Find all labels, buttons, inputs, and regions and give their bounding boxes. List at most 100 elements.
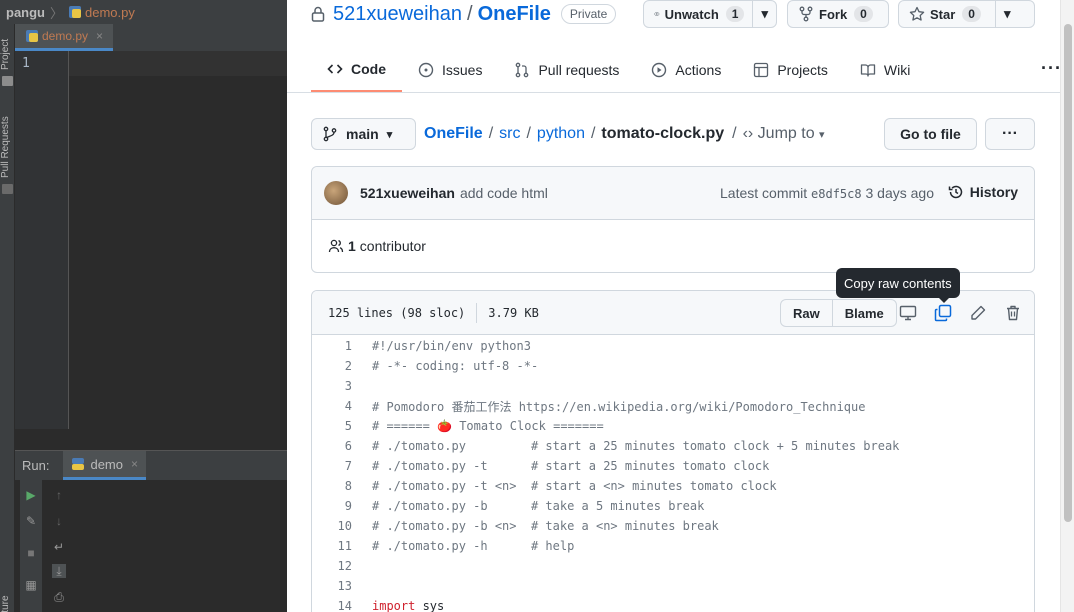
ide-run-toolbar-left: ▶ ✎ ■ ▦ [20, 480, 42, 612]
layout-icon[interactable]: ▦ [24, 578, 38, 592]
line-number[interactable]: 8 [312, 479, 352, 493]
pencil-icon[interactable] [969, 304, 987, 322]
print-icon[interactable]: ⎙ [52, 590, 66, 604]
breadcrumb-python[interactable]: python [537, 125, 585, 143]
scroll-to-end-icon[interactable]: ⤓ [52, 564, 66, 578]
code-line: 11 # ./tomato.py -h # help [312, 536, 1034, 556]
close-icon[interactable]: × [96, 29, 103, 43]
line-number[interactable]: 1 [312, 339, 352, 353]
code-text: import sys [352, 599, 444, 612]
folder-icon [2, 76, 13, 86]
close-icon[interactable]: × [131, 457, 138, 471]
ide-tab-label: demo.py [42, 29, 89, 43]
line-number[interactable]: 10 [312, 519, 352, 533]
code-view[interactable]: 1 #!/usr/bin/env python3 2 # -*- coding: ut… [312, 336, 1034, 612]
code-line: 6 # ./tomato.py # start a 25 minutes toma… [312, 436, 1034, 456]
line-number[interactable]: 7 [312, 459, 352, 473]
trash-icon[interactable] [1004, 304, 1022, 322]
code-icon: ‹› [742, 125, 754, 142]
line-number[interactable]: 13 [312, 579, 352, 593]
go-to-file-button[interactable]: Go to file [884, 118, 977, 150]
file-viewer: 125 lines (98 sloc) 3.79 KB Raw Blame 1 #… [311, 290, 1035, 612]
history-link[interactable]: History [948, 184, 1018, 200]
ide-left-toolstrip: Project Pull Requests Structure [0, 24, 15, 612]
blame-button[interactable]: Blame [831, 300, 896, 326]
tab-pull-requests[interactable]: Pull requests [498, 48, 635, 92]
file-more-button[interactable]: ··· [985, 118, 1035, 150]
ide-breadcrumb-file[interactable]: demo.py [85, 5, 135, 20]
line-number[interactable]: 5 [312, 419, 352, 433]
book-icon [860, 64, 876, 77]
line-number[interactable]: 14 [312, 599, 352, 612]
ide-run-label: Run: [22, 458, 50, 473]
code-text: # ./tomato.py # start a 25 minutes tomat… [372, 439, 900, 453]
line-number[interactable]: 4 [312, 399, 352, 413]
desktop-icon[interactable] [899, 304, 917, 322]
tool-window-pull-requests[interactable]: Pull Requests [0, 116, 11, 178]
arrow-up-icon[interactable]: ↑ [52, 488, 66, 502]
breadcrumb-repo[interactable]: OneFile [424, 125, 483, 143]
commit-time: 3 days ago [865, 185, 935, 201]
repo-owner-link[interactable]: 521xueweihan [333, 3, 462, 26]
soft-wrap-icon[interactable]: ↵ [52, 540, 66, 554]
breadcrumb-src[interactable]: src [499, 125, 520, 143]
contributors-row[interactable]: 1 contributor [328, 238, 426, 254]
history-label: History [969, 184, 1018, 200]
wrench-icon[interactable]: ✎ [24, 514, 38, 528]
branch-select-button[interactable]: main ▾ [311, 118, 416, 150]
commit-author[interactable]: 521xueweihan [360, 185, 455, 201]
code-text: # ./tomato.py -b <n> # take a <n> minute… [372, 519, 719, 533]
ide-editor-tab[interactable]: demo.py × [15, 24, 114, 51]
latest-commit-label: Latest commit [720, 185, 808, 201]
commit-sha[interactable]: e8df5c8 [811, 187, 862, 201]
play-icon[interactable]: ▶ [24, 488, 38, 502]
raw-button[interactable]: Raw [781, 300, 832, 326]
ide-project-name[interactable]: pangu [6, 5, 45, 20]
code-line: 10 # ./tomato.py -b <n> # take a <n> minu… [312, 516, 1034, 536]
stop-icon[interactable]: ■ [24, 546, 38, 560]
play-circle-icon [652, 62, 667, 78]
tool-window-project[interactable]: Project [0, 39, 11, 70]
line-number[interactable]: 9 [312, 499, 352, 513]
fork-count: 0 [854, 6, 873, 22]
copy-icon[interactable] [934, 304, 952, 322]
fork-label: Fork [819, 6, 848, 22]
nav-more-icon[interactable]: ··· [1041, 58, 1062, 79]
line-number[interactable]: 3 [312, 379, 352, 393]
page-scrollbar[interactable] [1060, 0, 1074, 612]
ide-run-tab[interactable]: demo × [63, 451, 147, 480]
nav-divider [287, 92, 1074, 93]
ide-navbar: pangu 〉 demo.py [0, 0, 287, 24]
line-number[interactable]: 2 [312, 359, 352, 373]
scrollbar-thumb[interactable] [1064, 24, 1072, 522]
commit-message[interactable]: add code html [460, 185, 548, 201]
tool-window-structure[interactable]: Structure [0, 595, 11, 612]
branch-name: main [346, 126, 379, 142]
arrow-down-icon[interactable]: ↓ [52, 514, 66, 528]
tab-issues[interactable]: Issues [402, 48, 498, 92]
line-number[interactable]: 12 [312, 559, 352, 573]
code-text: # -*- coding: utf-8 -*- [372, 359, 539, 373]
ide-code-editor[interactable]: 1 [15, 51, 287, 429]
chevron-down-icon[interactable]: ▾ [994, 1, 1019, 27]
eye-icon [654, 12, 660, 16]
chevron-down-icon[interactable]: ▾ [752, 1, 776, 27]
ide-line-number: 1 [22, 56, 30, 71]
line-number[interactable]: 11 [312, 539, 352, 553]
tab-actions[interactable]: Actions [635, 48, 737, 92]
avatar[interactable] [324, 181, 348, 205]
code-line: 4 # Pomodoro 番茄工作法 https://en.wikipedia.o… [312, 396, 1034, 416]
star-button[interactable]: Star 0 ▾ [898, 0, 1035, 28]
fork-button[interactable]: Fork 0 [787, 0, 889, 28]
tab-wiki[interactable]: Wiki [844, 48, 926, 92]
breadcrumb-separator: / [526, 125, 531, 142]
code-line: 3 [312, 376, 1034, 396]
unwatch-button[interactable]: Unwatch 1 ▾ [643, 0, 777, 28]
repo-name-link[interactable]: OneFile [478, 3, 551, 26]
jump-to-dropdown[interactable]: ‹› Jump to ▾ [743, 125, 825, 143]
line-number[interactable]: 6 [312, 439, 352, 453]
tab-issues-label: Issues [442, 62, 483, 78]
tab-projects[interactable]: Projects [737, 48, 844, 92]
jump-to-label: Jump to [757, 125, 815, 142]
tab-code[interactable]: Code [311, 48, 402, 92]
